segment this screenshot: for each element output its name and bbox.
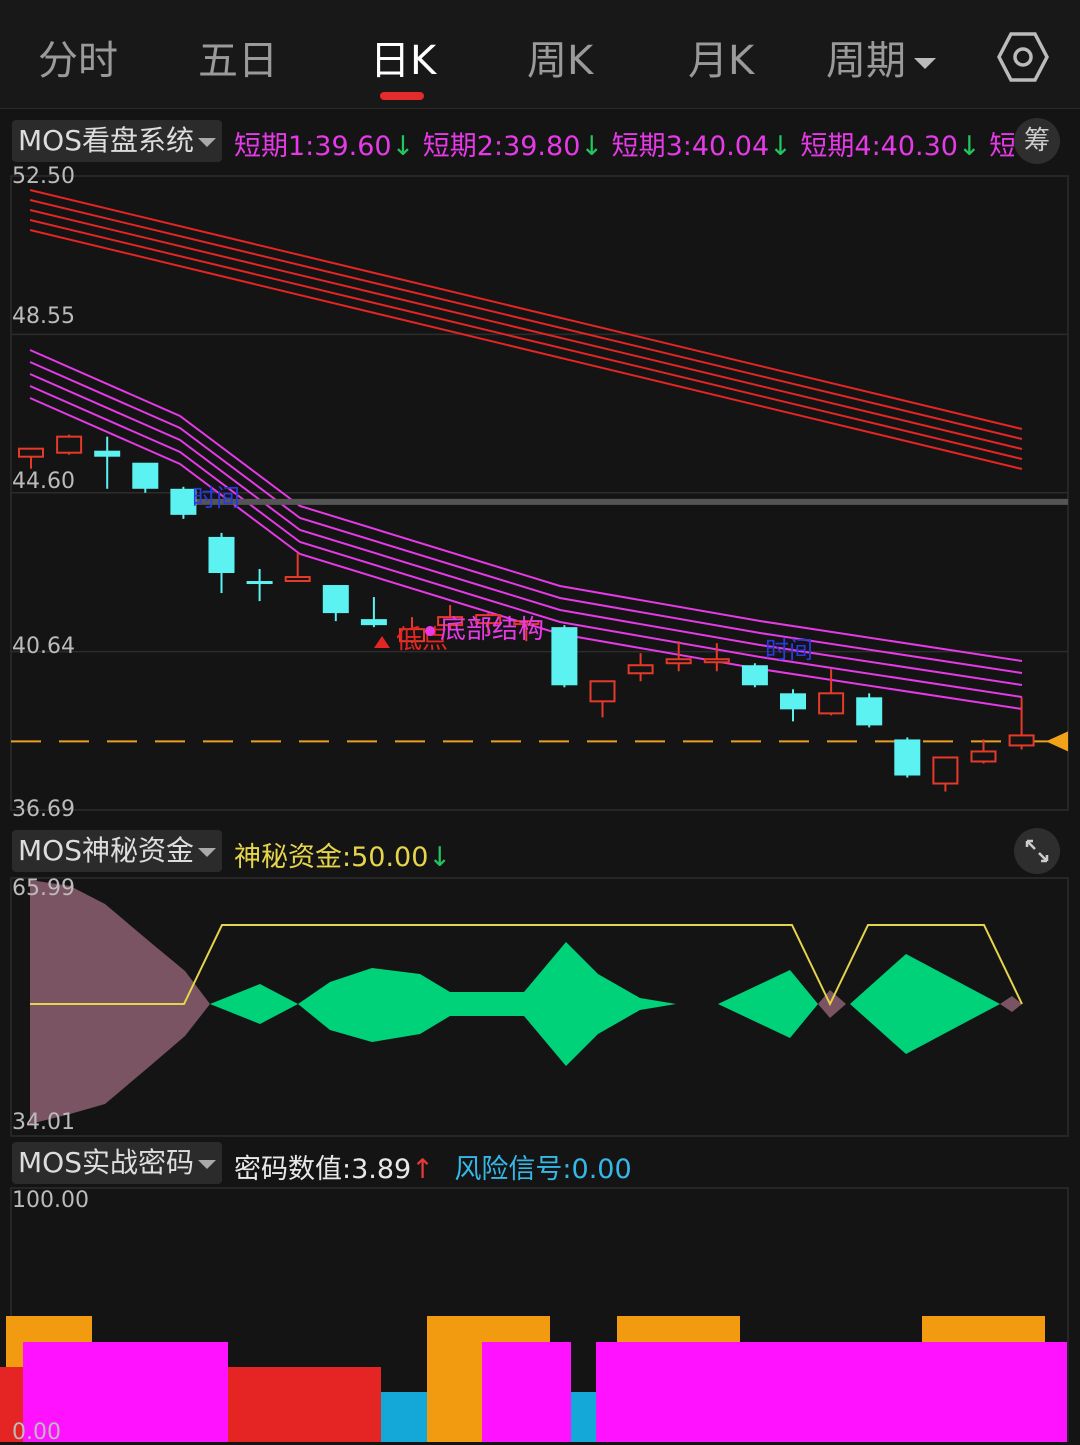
legend-short1: 短期1:39.60 [234, 131, 392, 162]
bottom-structure-dot-icon [425, 626, 435, 636]
down-arrow-icon: ↓ [391, 131, 415, 162]
fund-y-label-bottom: 34.01 [12, 1110, 75, 1135]
long-ma-line [29, 209, 1023, 450]
candle-body [360, 619, 387, 626]
y-label-bottom: 36.69 [12, 797, 75, 822]
magenta-bar [482, 1342, 571, 1442]
code-indicator-selector[interactable]: MOS实战密码 [12, 1142, 222, 1184]
candle-body [894, 739, 921, 776]
legend-mystery-fund: 神秘资金:50.00 [234, 842, 429, 873]
tab-daily-k[interactable]: 日K [370, 28, 436, 86]
candle-body [94, 450, 121, 457]
down-arrow-icon: ↓ [957, 131, 981, 162]
active-tab-indicator [380, 92, 424, 100]
legend-short5: 短期5 [989, 131, 1014, 162]
y-label-2: 48.55 [12, 304, 75, 329]
chip-distribution-button[interactable]: 筹 [1014, 118, 1060, 164]
code-indicator-name: MOS实战密码 [18, 1146, 194, 1179]
combat-code-chart[interactable] [0, 1186, 1080, 1442]
fund-y-label-top: 65.99 [12, 876, 75, 901]
tab-period-label: 周期 [826, 38, 906, 84]
candle-body [856, 697, 883, 726]
code-y-label-bottom: 0.00 [12, 1420, 61, 1445]
candle-body [970, 750, 997, 763]
blue-bar [570, 1392, 598, 1442]
tab-period-dropdown[interactable]: 周期 [826, 28, 936, 86]
candle-body [932, 756, 959, 785]
fund-indicator-name: MOS神秘资金 [18, 834, 194, 867]
fund-indicator-selector[interactable]: MOS神秘资金 [12, 830, 222, 872]
y-label-3: 44.60 [12, 469, 75, 494]
fund-inflow-area [718, 970, 818, 1038]
legend-short2: 短期2:39.80 [422, 131, 581, 162]
chevron-down-icon [197, 137, 216, 147]
fund-inflow-area [850, 954, 1000, 1054]
bottom-structure-label: 底部结构 [440, 615, 544, 645]
candle-body [246, 581, 273, 585]
fund-inflow-area [298, 942, 676, 1066]
candle-body [741, 665, 768, 686]
long-ma-line [29, 199, 1023, 440]
expand-panel-button[interactable] [1014, 828, 1060, 874]
y-label-top: 52.50 [12, 164, 75, 189]
period-tab-bar: 分时 五日 日K 周K 月K 周期 [0, 0, 1080, 109]
time-label-1: 时间 [192, 484, 240, 512]
fund-outflow-area [30, 880, 210, 1124]
tab-monthly-k[interactable]: 月K [688, 28, 754, 86]
candle-body [18, 447, 44, 458]
fund-outflow-area [818, 990, 846, 1018]
down-arrow-icon: ↓ [580, 131, 603, 162]
main-indicator-selector[interactable]: MOS看盘系统 [12, 120, 222, 162]
down-arrow-icon: ↓ [428, 842, 452, 873]
candle-body [56, 435, 83, 454]
candle-body [818, 692, 845, 715]
price-marker-triangle [1046, 731, 1068, 752]
legend-code-value: 密码数值:3.89 [234, 1154, 412, 1185]
candlestick-chart[interactable]: 低点底部结构时间时间 [0, 166, 1080, 826]
chevron-down-icon [914, 57, 936, 69]
settings-hexagon-icon[interactable] [996, 30, 1050, 84]
down-arrow-icon: ↓ [769, 131, 792, 162]
expand-icon [1025, 839, 1049, 863]
candle-body [132, 462, 159, 489]
tab-five-day[interactable]: 五日 [198, 28, 278, 86]
long-ma-line [29, 219, 1023, 460]
low-point-triangle-icon [374, 636, 390, 648]
code-y-label-top: 100.00 [12, 1188, 89, 1213]
long-ma-line [29, 189, 1023, 430]
chevron-down-icon [197, 1159, 216, 1169]
candle-body [208, 536, 235, 574]
main-indicator-name: MOS看盘系统 [18, 124, 194, 157]
candle-body [284, 576, 311, 583]
legend-risk-signal: 风险信号:0.00 [454, 1154, 632, 1185]
mystery-fund-chart[interactable] [0, 876, 1080, 1138]
code-legend: 密码数值:3.89↑ 风险信号:0.00 [234, 1147, 632, 1186]
candle-body [322, 585, 349, 614]
candle-body [703, 658, 730, 664]
tab-weekly-k[interactable]: 周K [527, 28, 593, 86]
candle-body [627, 664, 654, 675]
up-arrow-icon: ↑ [411, 1154, 434, 1185]
y-label-4: 40.64 [12, 634, 75, 659]
candle-body [589, 680, 616, 703]
main-legend: 短期1:39.60↓ 短期2:39.80↓ 短期3:40.04↓ 短期4:40.… [234, 124, 1014, 163]
long-ma-line [29, 229, 1023, 470]
time-label-2: 时间 [765, 636, 813, 664]
fund-legend: 神秘资金:50.00↓ [234, 835, 451, 874]
legend-short3: 短期3:40.04 [611, 131, 770, 162]
candle-body [780, 693, 806, 710]
candle-body [665, 658, 692, 665]
magenta-bar [596, 1342, 1067, 1442]
chevron-down-icon [197, 847, 216, 857]
candle-body [551, 627, 578, 686]
blue-bar [381, 1392, 427, 1442]
fund-inflow-area [210, 984, 298, 1024]
tab-intraday[interactable]: 分时 [38, 28, 118, 86]
candle-body [1008, 734, 1035, 747]
legend-short4: 短期4:40.30 [800, 131, 958, 162]
